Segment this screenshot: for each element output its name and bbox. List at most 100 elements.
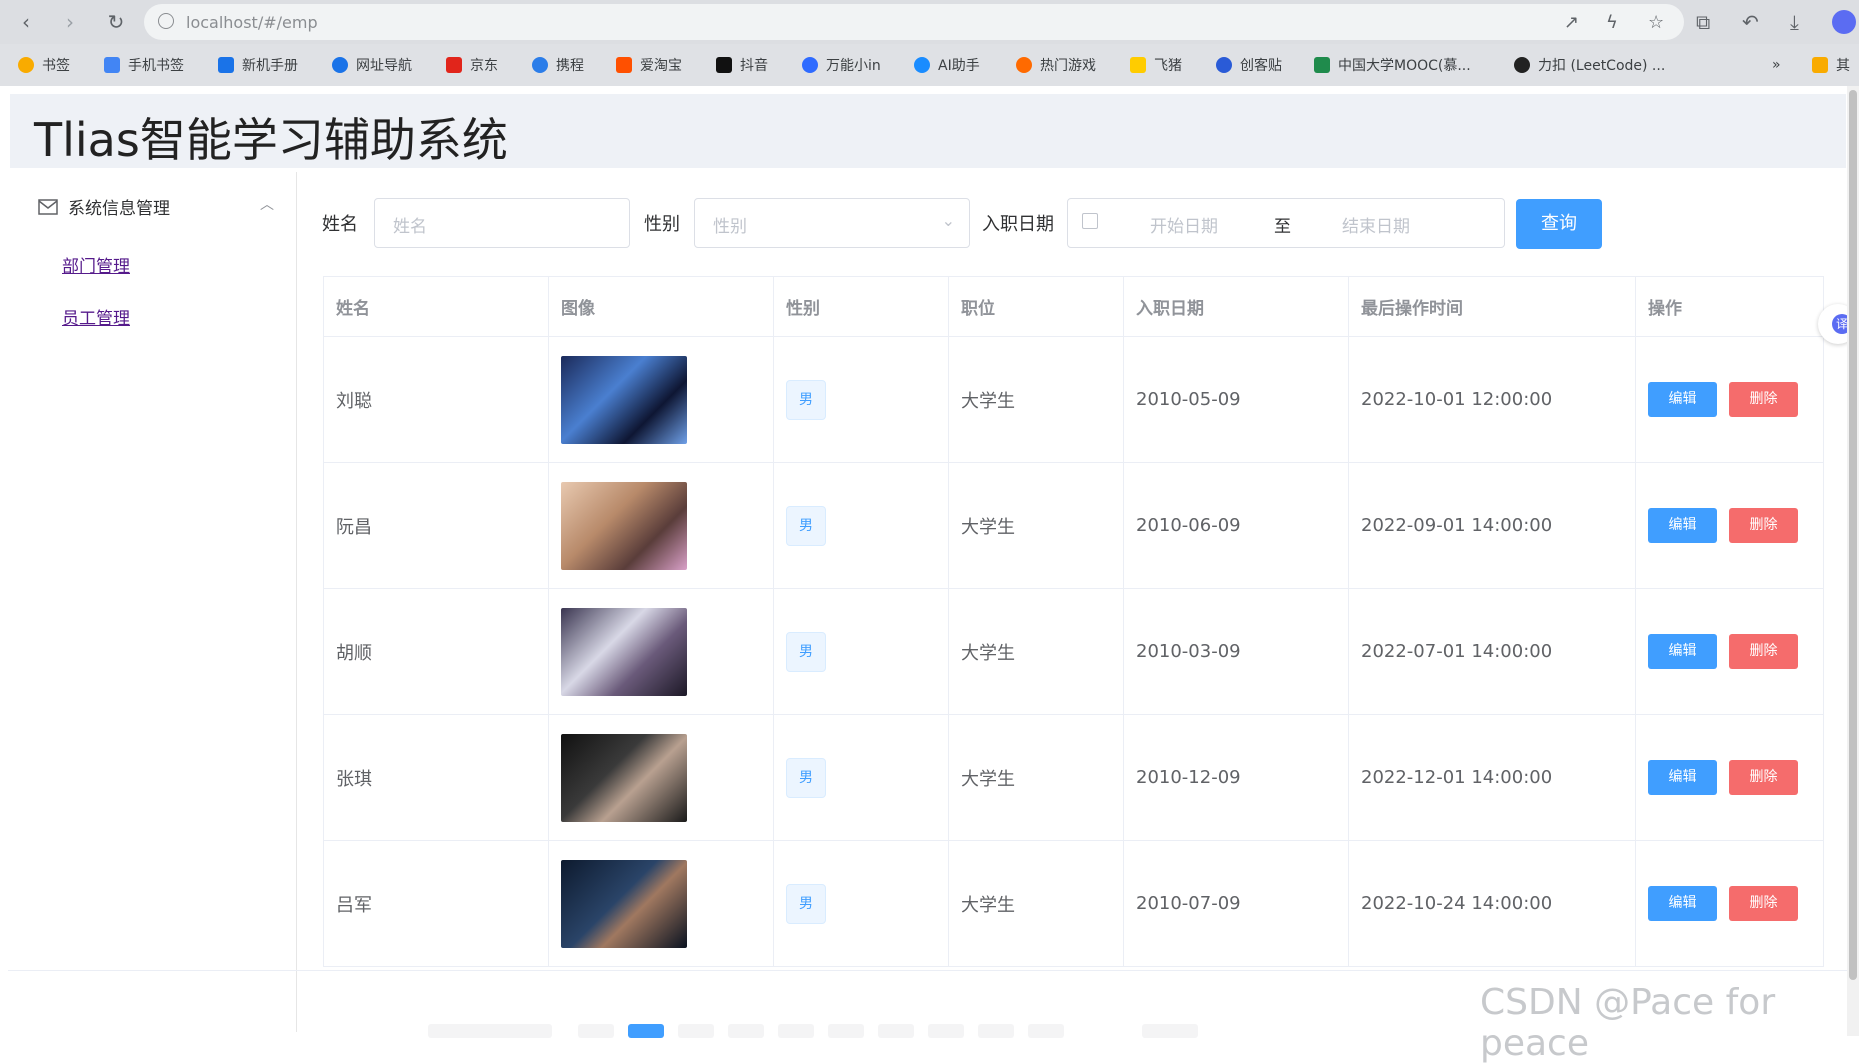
query-button[interactable]: 查询 xyxy=(1516,199,1602,249)
sidebar-item-emp[interactable]: 员工管理 xyxy=(62,304,130,329)
name-input[interactable]: 姓名 xyxy=(374,198,630,248)
cell-entry-date: 2010-05-09 xyxy=(1124,337,1349,463)
back-icon[interactable]: ‹ xyxy=(14,10,38,34)
avatar xyxy=(561,355,687,444)
col-name: 姓名 xyxy=(324,277,549,337)
cell-position: 大学生 xyxy=(949,841,1124,967)
bookmark-item[interactable]: 新机手册 xyxy=(218,54,298,76)
more-bookmarks-icon[interactable]: » xyxy=(1772,54,1781,76)
scrollbar-thumb[interactable] xyxy=(1849,90,1857,980)
cell-update-time: 2022-07-01 14:00:00 xyxy=(1349,589,1636,715)
col-position: 职位 xyxy=(949,277,1124,337)
name-label: 姓名 xyxy=(322,214,358,235)
bookmark-item[interactable]: 手机书签 xyxy=(104,54,184,76)
bookmark-item[interactable]: 热门游戏 xyxy=(1016,54,1096,76)
cell-image xyxy=(549,463,774,589)
gender-tag: 男 xyxy=(786,505,826,546)
cell-name: 张琪 xyxy=(324,715,549,841)
site-info-icon[interactable] xyxy=(158,13,174,29)
avatar[interactable] xyxy=(1832,10,1856,34)
bookmark-item[interactable]: 飞猪 xyxy=(1130,54,1182,76)
edit-button[interactable]: 编辑 xyxy=(1648,382,1717,417)
cell-entry-date: 2010-03-09 xyxy=(1124,589,1349,715)
ctrip-icon xyxy=(532,57,548,73)
delete-button[interactable]: 删除 xyxy=(1729,634,1798,669)
browser-chrome: ‹ › ↻ localhost/#/emp ↗ ϟ ☆ ⧉ ↶ ⤓ 书签 手机书… xyxy=(0,0,1859,86)
sidebar-item-dept[interactable]: 部门管理 xyxy=(62,252,130,277)
bookmark-item[interactable]: 力扣 (LeetCode) ... xyxy=(1514,54,1665,76)
bookmark-item[interactable]: 创客贴 xyxy=(1216,54,1282,76)
app-header: Tlias智能学习辅助系统 xyxy=(10,94,1846,168)
phone-icon xyxy=(104,57,120,73)
delete-button[interactable]: 删除 xyxy=(1729,760,1798,795)
cell-actions: 编辑 删除 xyxy=(1636,841,1824,967)
delete-button[interactable]: 删除 xyxy=(1729,382,1798,417)
end-date-input[interactable]: 结束日期 xyxy=(1342,212,1410,237)
cell-gender: 男 xyxy=(774,715,949,841)
bookmark-item[interactable]: 抖音 xyxy=(716,54,768,76)
star-icon[interactable]: ☆ xyxy=(1648,12,1664,33)
cell-actions: 编辑 删除 xyxy=(1636,715,1824,841)
bookmark-item[interactable]: 爱淘宝 xyxy=(616,54,682,76)
undo-icon[interactable]: ↶ xyxy=(1742,10,1759,34)
robot-icon xyxy=(802,57,818,73)
avatar xyxy=(561,481,687,570)
cell-gender: 男 xyxy=(774,463,949,589)
col-update-time: 最后操作时间 xyxy=(1349,277,1636,337)
col-gender: 性别 xyxy=(774,277,949,337)
date-range-picker[interactable]: 开始日期 至 结束日期 xyxy=(1067,198,1505,248)
gender-tag: 男 xyxy=(786,757,826,798)
cell-update-time: 2022-12-01 14:00:00 xyxy=(1349,715,1636,841)
chevron-down-icon: ⌄ xyxy=(941,211,955,230)
leetcode-icon xyxy=(1514,57,1530,73)
edit-button[interactable]: 编辑 xyxy=(1648,760,1717,795)
reload-icon[interactable]: ↻ xyxy=(104,10,128,34)
bolt-icon[interactable]: ϟ xyxy=(1606,12,1618,33)
delete-button[interactable]: 删除 xyxy=(1729,508,1798,543)
bookmark-item[interactable]: AI助手 xyxy=(914,54,980,76)
edit-button[interactable]: 编辑 xyxy=(1648,508,1717,543)
cell-image xyxy=(549,589,774,715)
game-icon xyxy=(1016,57,1032,73)
employee-table: 姓名 图像 性别 职位 入职日期 最后操作时间 操作 刘聪 男 大学生 2010… xyxy=(323,276,1824,967)
bookmark-folder[interactable]: 其 xyxy=(1812,54,1850,76)
cell-position: 大学生 xyxy=(949,589,1124,715)
bookmark-item[interactable]: 万能小in xyxy=(802,54,881,76)
col-image: 图像 xyxy=(549,277,774,337)
start-date-input[interactable]: 开始日期 xyxy=(1150,212,1218,237)
watermark: CSDN @Pace for peace xyxy=(1480,982,1776,1064)
bookmark-item[interactable]: 网址导航 xyxy=(332,54,412,76)
bookmarks-bar: 书签 手机书签 新机手册 网址导航 京东 携程 爱淘宝 抖音 万能小in AI助… xyxy=(0,44,1859,86)
cell-entry-date: 2010-06-09 xyxy=(1124,463,1349,589)
divider xyxy=(8,970,1859,971)
download-icon[interactable]: ⤓ xyxy=(1790,10,1799,34)
cell-name: 刘聪 xyxy=(324,337,549,463)
date-label: 入职日期 xyxy=(982,214,1054,235)
table-row: 胡顺 男 大学生 2010-03-09 2022-07-01 14:00:00 … xyxy=(324,589,1824,715)
sidebar: 系统信息管理 ︿ 部门管理 员工管理 xyxy=(10,172,297,1032)
delete-button[interactable]: 删除 xyxy=(1729,886,1798,921)
tiktok-icon xyxy=(716,57,732,73)
mooc-icon xyxy=(1314,57,1330,73)
bookmark-item[interactable]: 书签 xyxy=(18,54,70,76)
address-bar-row: ‹ › ↻ localhost/#/emp ↗ ϟ ☆ ⧉ ↶ ⤓ xyxy=(0,0,1859,44)
ai-icon xyxy=(914,57,930,73)
submenu-system-info[interactable]: 系统信息管理 ︿ xyxy=(38,194,274,219)
cell-image xyxy=(549,841,774,967)
bookmark-item[interactable]: 中国大学MOOC(慕... xyxy=(1314,54,1471,76)
table-row: 张琪 男 大学生 2010-12-09 2022-12-01 14:00:00 … xyxy=(324,715,1824,841)
edit-button[interactable]: 编辑 xyxy=(1648,634,1717,669)
address-input[interactable]: localhost/#/emp ↗ ϟ ☆ xyxy=(144,4,1684,40)
taobao-icon xyxy=(616,57,632,73)
bookmark-item[interactable]: 京东 xyxy=(446,54,498,76)
cell-entry-date: 2010-07-09 xyxy=(1124,841,1349,967)
edit-button[interactable]: 编辑 xyxy=(1648,886,1717,921)
forward-icon[interactable]: › xyxy=(58,10,82,34)
range-separator: 至 xyxy=(1274,217,1291,237)
gender-select[interactable]: 性别 ⌄ xyxy=(694,198,970,248)
message-icon xyxy=(38,198,58,215)
bookmark-item[interactable]: 携程 xyxy=(532,54,584,76)
extensions-icon[interactable]: ⧉ xyxy=(1696,10,1710,34)
app-title: Tlias智能学习辅助系统 xyxy=(34,113,508,167)
share-icon[interactable]: ↗ xyxy=(1564,12,1579,33)
